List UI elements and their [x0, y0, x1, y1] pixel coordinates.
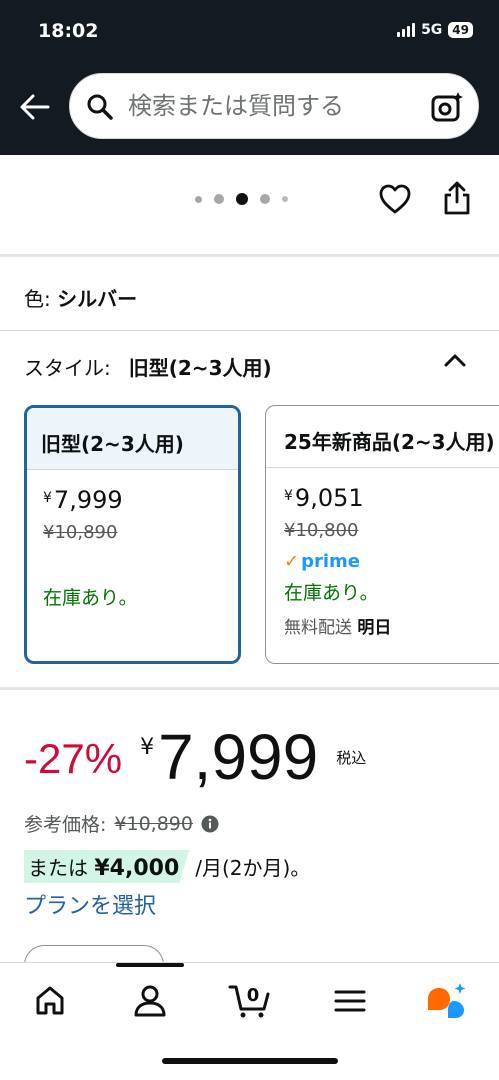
account-icon[interactable]	[130, 981, 170, 1021]
tax-label: 税込	[336, 749, 367, 767]
option-stock-status: 在庫あり。	[284, 582, 379, 604]
carousel-dot[interactable]	[195, 195, 202, 203]
color-label: 色:	[24, 287, 51, 311]
option-list-price: ¥10,800	[284, 520, 359, 541]
option-title: 旧型(2~3人用)	[27, 408, 238, 470]
divider	[0, 254, 499, 257]
option-title: 25年新商品(2~3人用)	[266, 406, 499, 468]
divider	[0, 687, 499, 690]
option-list-price: ¥10,890	[43, 522, 118, 543]
installment-tag: または ¥4,000	[24, 850, 190, 883]
currency-symbol: ¥	[140, 735, 155, 760]
color-value: シルバー	[57, 287, 138, 311]
header: 18:02 5G 49	[0, 0, 499, 155]
heart-icon[interactable]	[378, 182, 412, 216]
installment-term: /月(2か月)。	[195, 856, 311, 880]
option-price: ¥9,051	[284, 484, 364, 512]
style-option-card-selected[interactable]: 旧型(2~3人用) ¥7,999 ¥10,890 在庫あり。	[24, 405, 241, 664]
share-icon[interactable]	[442, 180, 472, 216]
price-value: 7,999	[158, 721, 319, 793]
style-option-card[interactable]: 25年新商品(2~3人用) ¥9,051 ¥10,800 ✓ prime 在庫あり…	[265, 405, 499, 664]
reference-price-value: ¥10,890	[114, 812, 193, 835]
carousel-dot[interactable]	[214, 194, 224, 204]
image-carousel-dots[interactable]	[195, 193, 288, 205]
search-input[interactable]	[128, 86, 418, 126]
prime-badge: ✓ prime	[284, 551, 360, 572]
status-time: 18:02	[38, 20, 99, 42]
home-icon[interactable]	[30, 981, 70, 1021]
prime-check-icon: ✓	[284, 551, 300, 572]
option-delivery: 無料配送 明日	[284, 618, 392, 638]
carousel-dot[interactable]	[260, 194, 270, 204]
installment-offer: または ¥4,000 /月(2か月)。	[24, 850, 310, 883]
reference-price-label: 参考価格:	[24, 814, 107, 836]
network-label: 5G	[421, 22, 443, 38]
select-plan-link[interactable]: プランを選択	[24, 888, 156, 920]
tab-indicator	[116, 963, 184, 967]
search-bar[interactable]	[69, 73, 479, 139]
option-price: ¥7,999	[43, 486, 123, 514]
rufus-assistant-icon[interactable]	[424, 981, 470, 1021]
price-block: -27% ¥ 7,999 税込	[24, 725, 366, 789]
menu-icon[interactable]	[330, 981, 370, 1021]
carousel-dot-active[interactable]	[236, 193, 248, 205]
option-stock-status: 在庫あり。	[43, 587, 138, 609]
search-icon	[87, 94, 113, 120]
camera-search-icon[interactable]	[430, 90, 464, 124]
back-arrow-icon[interactable]	[18, 90, 52, 124]
cart-count: 0	[247, 985, 260, 1006]
divider	[0, 330, 499, 331]
info-icon[interactable]	[201, 815, 219, 833]
reference-price: 参考価格: ¥10,890	[24, 810, 219, 837]
color-selection[interactable]: 色: シルバー	[24, 283, 137, 312]
home-indicator	[162, 1058, 338, 1064]
status-indicators: 5G 49	[397, 22, 473, 38]
style-value: 旧型(2~3人用)	[128, 356, 272, 380]
chevron-up-icon[interactable]	[442, 350, 468, 370]
discount-percent: -27%	[24, 735, 123, 782]
style-label: スタイル:	[24, 356, 111, 380]
battery-icon: 49	[448, 22, 473, 38]
carousel-dot[interactable]	[282, 196, 288, 202]
cart-icon[interactable]: 0	[228, 981, 274, 1021]
signal-icon	[397, 23, 416, 37]
style-selection[interactable]: スタイル: 旧型(2~3人用)	[24, 352, 272, 381]
